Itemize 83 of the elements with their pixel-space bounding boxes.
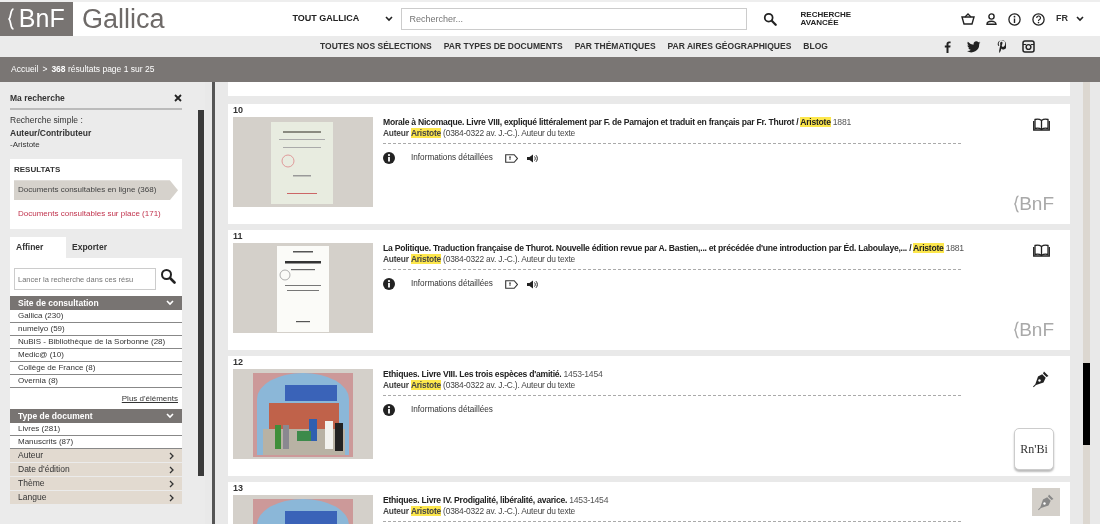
result-number: 13 <box>233 483 244 494</box>
facet-item[interactable]: Gallica (230) <box>18 311 64 320</box>
language-select[interactable]: FR <box>1056 12 1084 26</box>
more-link[interactable]: Plus d'éléments <box>121 394 178 403</box>
result-author: Auteur Aristote (0384-0322 av. J.-C.). Auteur du texte <box>383 128 576 139</box>
result-number: 12 <box>233 357 244 368</box>
result-author: Auteur Aristote (0384-0322 av. J.-C.). Auteur du texte <box>383 380 576 391</box>
nav-link[interactable]: TOUTES NOS SÉLECTIONS <box>320 40 432 53</box>
result-set-link[interactable]: Documents consultables en ligne (368) <box>14 180 178 201</box>
info-icon[interactable] <box>383 278 395 291</box>
close-icon[interactable] <box>174 94 182 103</box>
info-icon[interactable] <box>1008 12 1021 26</box>
brace-icon <box>1013 194 1020 213</box>
info-icon[interactable] <box>383 404 395 417</box>
chevron-down-icon[interactable] <box>166 300 174 306</box>
facet-header[interactable]: Site de consultation <box>10 296 182 310</box>
caret-icon[interactable] <box>1076 15 1084 22</box>
tab[interactable]: Exporter <box>66 237 138 258</box>
tab[interactable]: Affiner <box>10 237 66 258</box>
pinterest-icon[interactable] <box>997 40 1006 53</box>
result-set-link[interactable]: Documents consultables sur place (171) <box>14 204 178 225</box>
query-field: Auteur/Contributeur <box>10 126 182 140</box>
provider-logo: BnF <box>1013 315 1054 344</box>
nav-link[interactable]: PAR AIRES GÉOGRAPHIQUES <box>667 40 792 53</box>
result-number: 10 <box>233 105 244 116</box>
details-link[interactable]: Informations détaillées <box>411 152 493 165</box>
brace-icon <box>8 8 15 30</box>
nav-link[interactable]: PAR TYPES DE DOCUMENTS <box>443 40 563 53</box>
logo[interactable]: BnF <box>0 2 73 36</box>
facebook-icon[interactable] <box>944 40 951 53</box>
provider-logo: BnF <box>1013 189 1054 218</box>
nav-link[interactable]: BLOG <box>803 40 828 53</box>
advanced-search-link[interactable]: RECHERCHE AVANCÉE <box>800 11 861 27</box>
query-type: Recherche simple : <box>10 113 84 127</box>
book-icon[interactable] <box>1033 118 1050 131</box>
speaker-icon[interactable] <box>525 153 538 163</box>
pen-nib-icon[interactable] <box>1032 370 1050 388</box>
facet-header[interactable]: Type de document <box>10 409 182 423</box>
breadcrumb-link[interactable]: Accueil <box>11 63 39 76</box>
details-link[interactable]: Informations détaillées <box>411 278 493 291</box>
camera-icon[interactable] <box>1022 40 1035 53</box>
result-title[interactable]: Ethiques. Livre IV. Prodigalité, libéralité, avarice. 1453-1454 <box>383 494 1023 506</box>
search-icon[interactable] <box>160 268 176 284</box>
facet-item[interactable]: Livres (281) <box>18 424 61 433</box>
chevron-down-icon[interactable] <box>166 413 174 419</box>
search-icon[interactable] <box>762 12 777 26</box>
details-link[interactable]: Informations détaillées <box>411 404 493 417</box>
speaker-icon[interactable] <box>525 279 538 289</box>
caret-icon[interactable] <box>384 16 393 22</box>
site-title[interactable]: Gallica <box>73 0 165 40</box>
book-icon[interactable] <box>1033 244 1050 257</box>
result-title[interactable]: La Politique. Traduction française de Thurot. Nouvelle édition revue par A. Bastien,... et précédée d'une introduction par Éd. Laboulaye,... / Aristote 1881 <box>383 242 1023 254</box>
bird-icon[interactable] <box>967 40 981 53</box>
facet-header[interactable]: Langue <box>10 491 182 504</box>
facet-header[interactable]: Auteur <box>10 449 182 462</box>
provider-logo[interactable]: Rn'Bi <box>1014 428 1054 470</box>
help-icon[interactable] <box>1032 12 1045 26</box>
brace-icon <box>1013 320 1020 339</box>
facet-header[interactable]: Date d'édition <box>10 463 182 476</box>
result-title[interactable]: Ethiques. Livre VIII. Les trois espèces d'amitié. 1453-1454 <box>383 368 1023 380</box>
result-author: Auteur Aristote (0384-0322 av. J.-C.). Auteur du texte <box>383 506 576 517</box>
facet-item[interactable]: numelyo (59) <box>18 324 65 333</box>
basket-icon[interactable] <box>961 13 975 25</box>
facet-item[interactable]: Overnia (8) <box>18 376 58 385</box>
nav-link[interactable]: PAR THÉMATIQUES <box>574 40 656 53</box>
result-title[interactable]: Morale à Nicomaque. Livre VIII, expliqué littéralement par F. de Parnajon et traduit en français par Fr. Thurot / Aristote 1881 <box>383 116 1023 128</box>
scope-select[interactable]: TOUT GALLICA <box>292 12 393 26</box>
scrollbar[interactable] <box>1083 82 1090 524</box>
panel-title: Ma recherche <box>10 92 65 105</box>
results-summary: 368 résultats page 1 sur 25 <box>51 63 155 76</box>
result-author: Auteur Aristote (0384-0322 av. J.-C.). Auteur du texte <box>383 254 576 265</box>
facet-header[interactable]: Thème <box>10 477 182 490</box>
query-value: -Aristote <box>10 139 41 152</box>
info-icon[interactable] <box>383 152 395 165</box>
tag-icon[interactable] <box>504 279 518 289</box>
search-field[interactable]: Rechercher... <box>400 8 747 30</box>
scrollbar[interactable] <box>198 110 204 476</box>
user-icon[interactable] <box>986 13 997 25</box>
results-heading: RESULTATS <box>14 164 62 177</box>
tag-icon[interactable] <box>504 153 518 163</box>
result-number: 11 <box>233 231 244 242</box>
breadcrumb-separator: > <box>42 63 48 76</box>
facet-item[interactable]: Medic@ (10) <box>18 350 64 359</box>
